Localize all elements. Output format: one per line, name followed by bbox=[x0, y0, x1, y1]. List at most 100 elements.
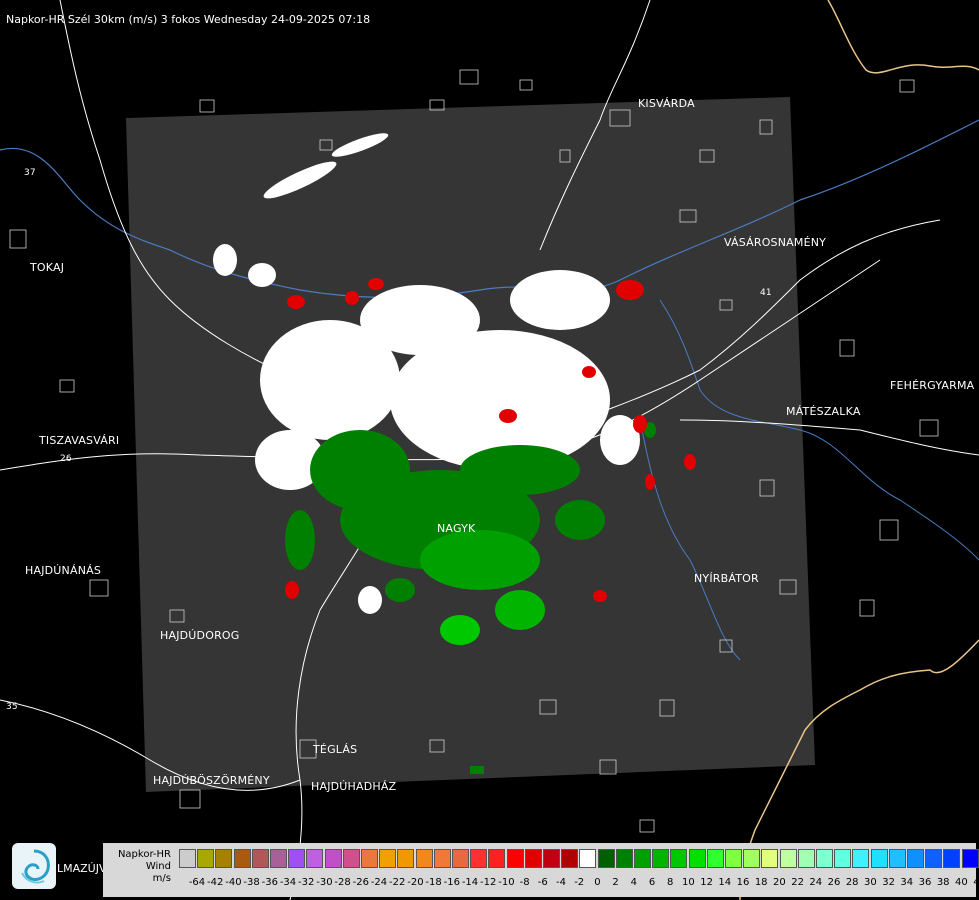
legend-tick-label: 8 bbox=[667, 877, 674, 888]
place-hajduboszormeny: HAJDÚBÖSZÖRMÉNY bbox=[153, 774, 270, 787]
legend-tick-label: 6 bbox=[648, 877, 656, 888]
legend-swatch bbox=[524, 849, 542, 868]
legend-tick-label: -34 bbox=[279, 877, 297, 888]
legend-swatch bbox=[925, 849, 943, 868]
legend-swatch bbox=[615, 849, 633, 868]
legend-tick-label: -30 bbox=[316, 877, 333, 888]
legend-tick-label: -2 bbox=[574, 877, 585, 888]
legend-swatch bbox=[179, 849, 196, 868]
legend-swatch bbox=[288, 849, 306, 868]
legend-tick-label: -64 bbox=[188, 877, 206, 888]
legend-tick-label: -38 bbox=[243, 877, 260, 888]
legend-swatch bbox=[670, 849, 688, 868]
legend-swatch bbox=[488, 849, 506, 868]
map-title: Napkor-HR Szél 30km (m/s) 3 fokos Wednes… bbox=[6, 13, 371, 26]
legend-swatch bbox=[597, 849, 615, 868]
legend-swatch bbox=[543, 849, 560, 868]
legend-swatch bbox=[797, 849, 815, 868]
legend-tick-label: 28 bbox=[845, 877, 859, 888]
legend-swatch bbox=[907, 849, 924, 868]
legend-swatch bbox=[561, 849, 579, 868]
legend-swatch bbox=[452, 849, 469, 868]
legend-tick-label: -36 bbox=[261, 877, 278, 888]
legend-swatch bbox=[870, 849, 888, 868]
legend-swatch bbox=[961, 849, 979, 868]
legend-swatch bbox=[725, 849, 742, 868]
legend-swatch bbox=[579, 849, 597, 868]
legend-swatch bbox=[779, 849, 797, 868]
legend-tick-label: -6 bbox=[537, 877, 548, 888]
legend-tick-label: 40 bbox=[955, 877, 968, 888]
place-vasarosnameny: VÁSÁROSNAMÉNY bbox=[724, 236, 827, 249]
legend-tick-label: 42 bbox=[973, 877, 979, 888]
legend-line-3: m/s bbox=[152, 873, 171, 884]
radar-map bbox=[0, 0, 979, 900]
road-number-26: 26 bbox=[60, 454, 72, 464]
legend-tick-label: -32 bbox=[298, 877, 315, 888]
legend-tick-label: -8 bbox=[519, 877, 530, 888]
legend-tick-label: 18 bbox=[754, 877, 768, 888]
legend-tick-label: -4 bbox=[556, 877, 566, 888]
place-nyirbator: NYÍRBÁTOR bbox=[694, 572, 759, 585]
legend-tick-label: -22 bbox=[389, 877, 406, 888]
legend-tick-label: -18 bbox=[425, 877, 442, 888]
place-hajdudorog: HAJDÚDOROG bbox=[160, 629, 240, 642]
legend-tick-label: 16 bbox=[736, 877, 750, 888]
legend-swatch bbox=[816, 849, 833, 868]
legend-tick-label: -24 bbox=[370, 877, 388, 888]
legend-swatch bbox=[761, 849, 779, 868]
legend-tick-label: 0 bbox=[594, 877, 601, 888]
legend-tick-label: -14 bbox=[461, 877, 479, 888]
legend-swatch bbox=[270, 849, 287, 868]
legend-swatch bbox=[688, 849, 706, 868]
place-hajdunanas: HAJDÚNÁNÁS bbox=[25, 564, 102, 577]
legend-tick-label: -28 bbox=[334, 877, 351, 888]
legend-title: Napkor-HR Wind m/s bbox=[107, 849, 171, 885]
place-teglas: TÉGLÁS bbox=[313, 743, 358, 756]
legend-swatch bbox=[197, 849, 215, 868]
legend-swatch bbox=[634, 849, 651, 868]
place-fehergyarmat: FEHÉRGYARMA bbox=[890, 379, 975, 392]
legend-swatch bbox=[379, 849, 397, 868]
legend-tick-label: 12 bbox=[700, 877, 713, 888]
legend-tick-label: -20 bbox=[407, 877, 424, 888]
legend-swatch bbox=[433, 849, 451, 868]
legend-tick-label: 20 bbox=[773, 877, 786, 888]
legend-swatch bbox=[342, 849, 360, 868]
legend-tick-label: -26 bbox=[352, 877, 369, 888]
legend-swatch bbox=[470, 849, 488, 868]
legend-tick-label: 4 bbox=[630, 877, 637, 888]
legend-swatch bbox=[215, 849, 233, 868]
legend-tick-label: -16 bbox=[443, 877, 460, 888]
legend-tick-label: 36 bbox=[918, 877, 932, 888]
legend-swatch bbox=[397, 849, 415, 868]
legend-tick-label: -40 bbox=[225, 877, 242, 888]
legend-tick-label: -42 bbox=[207, 877, 224, 888]
legend-tick-label: 34 bbox=[900, 877, 914, 888]
legend-swatch bbox=[361, 849, 378, 868]
legend-tick-label: 10 bbox=[682, 877, 695, 888]
legend-tick-label: 38 bbox=[936, 877, 950, 888]
legend-swatch bbox=[706, 849, 724, 868]
place-nagy: NAGYK bbox=[437, 522, 476, 535]
legend-line-2: Wind bbox=[145, 861, 171, 872]
place-kisvarda: KISVÁRDA bbox=[638, 97, 695, 110]
legend-swatch bbox=[652, 849, 670, 868]
legend-tick-label: 32 bbox=[882, 877, 895, 888]
legend-swatch bbox=[233, 849, 251, 868]
legend-tick-label: 24 bbox=[809, 877, 823, 888]
napkor-logo-icon bbox=[12, 843, 56, 889]
road-number-35: 35 bbox=[6, 702, 18, 712]
legend-swatch bbox=[506, 849, 524, 868]
legend-tick-label: 14 bbox=[718, 877, 732, 888]
wind-legend: Napkor-HR Wind m/s -64 -42 -40 -38 -36 -34 -32… bbox=[103, 843, 979, 897]
legend-swatch bbox=[852, 849, 870, 868]
legend-line-1: Napkor-HR bbox=[117, 849, 171, 860]
legend-tick-label: 30 bbox=[864, 877, 877, 888]
legend-tick-label: 22 bbox=[791, 877, 804, 888]
legend-swatch bbox=[251, 849, 269, 868]
legend-swatch bbox=[743, 849, 761, 868]
legend-swatch bbox=[943, 849, 961, 868]
legend-swatch bbox=[324, 849, 342, 868]
legend-swatch bbox=[415, 849, 433, 868]
